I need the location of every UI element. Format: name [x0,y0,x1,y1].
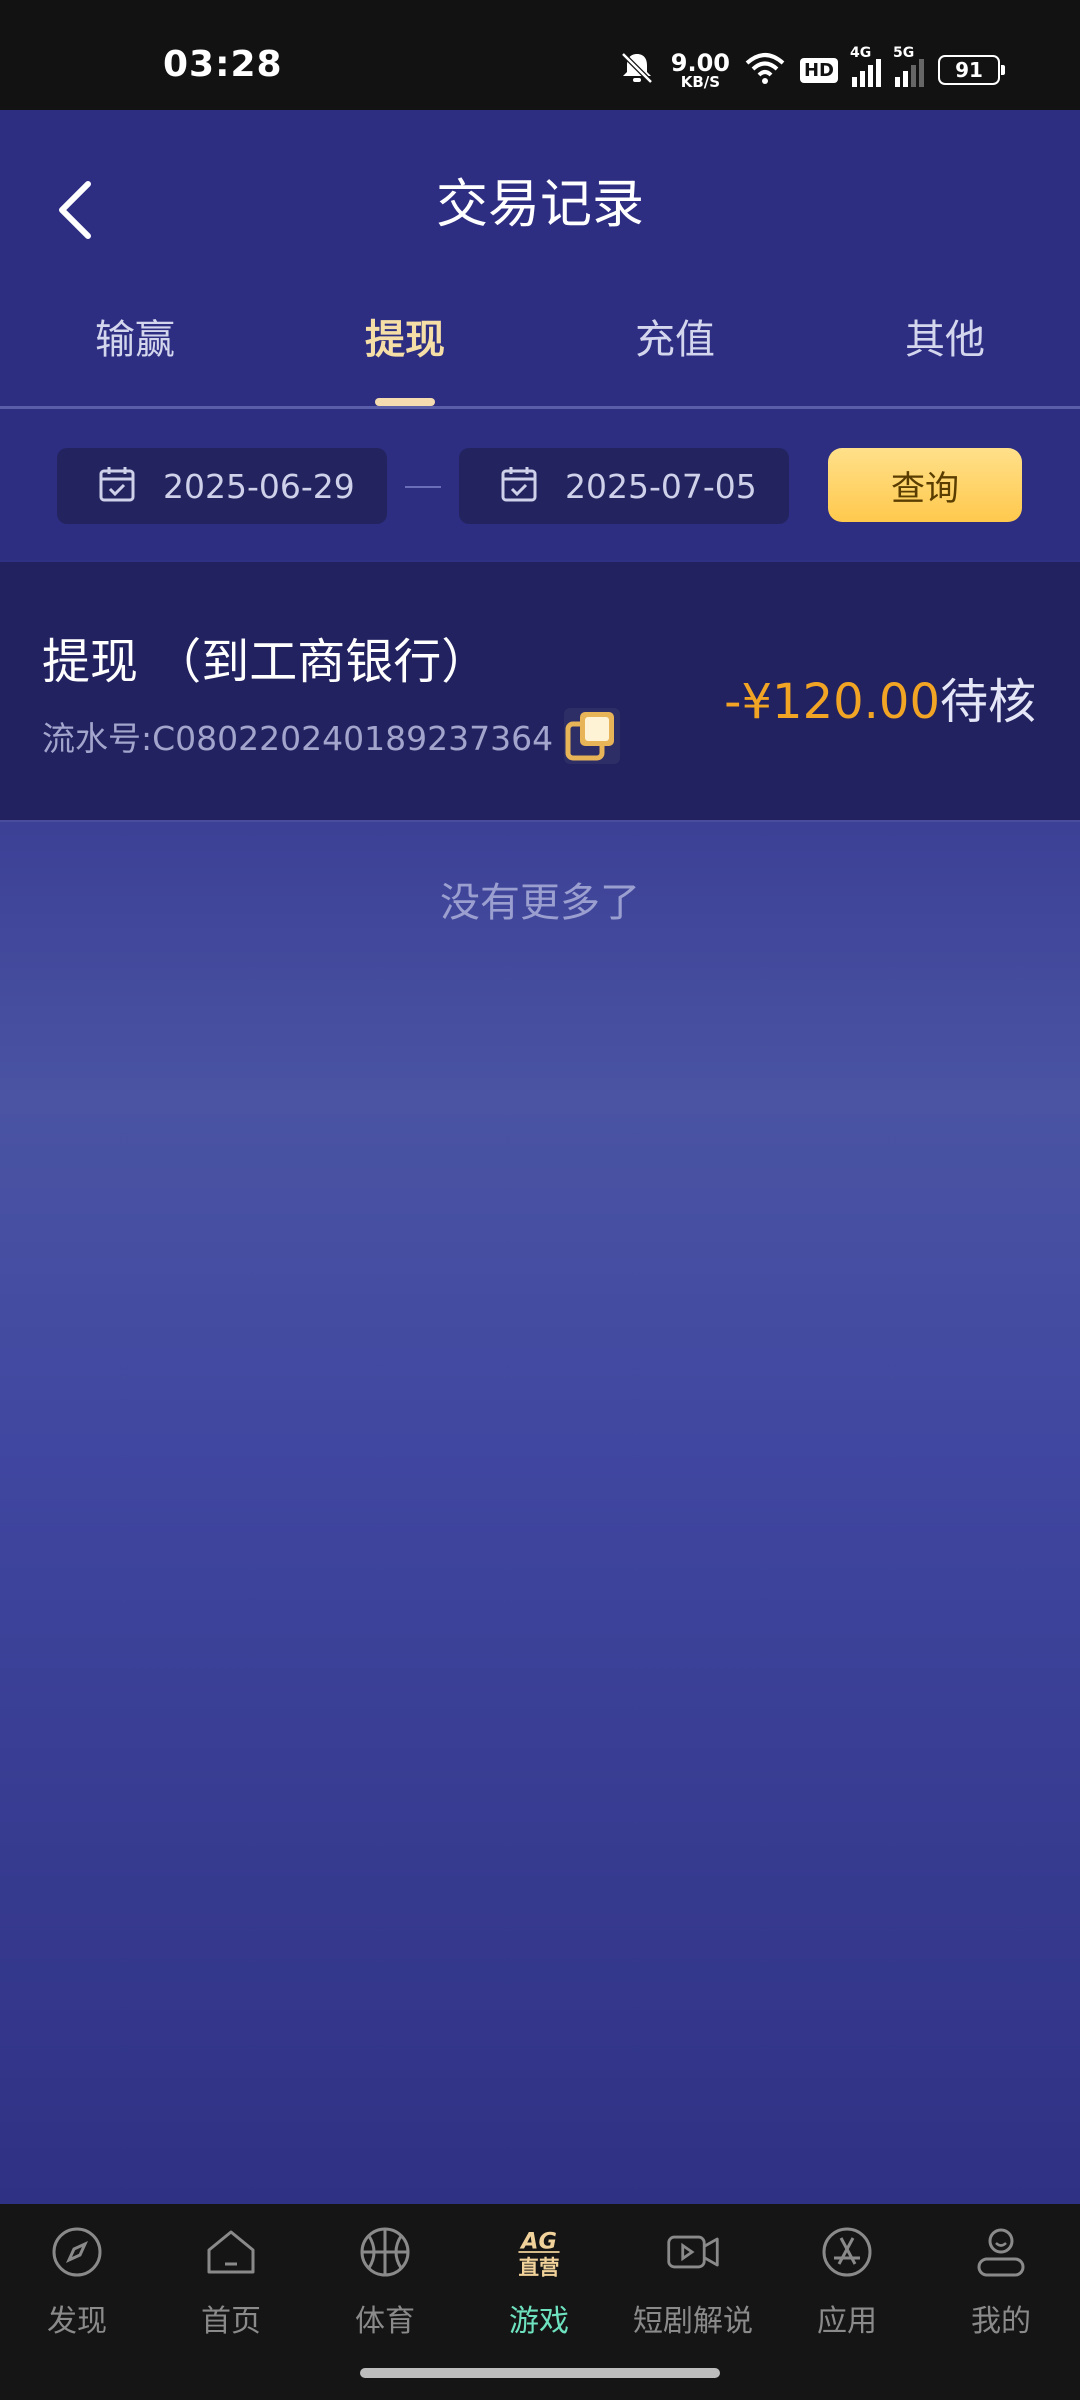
end-date-picker[interactable]: 2025-07-05 [459,448,789,524]
status-time: 03:28 [163,44,283,85]
net-speed-value: 9.00 [670,48,730,77]
ag-logo-bottom: 直营 [518,2255,559,2279]
record-divider [0,820,1080,822]
net-speed: 9.00 KB/S [671,51,730,90]
nav-short-drama-label: 短剧解说 [633,2304,753,2339]
no-more-text: 没有更多了 [440,880,640,926]
nav-sports[interactable]: 体育 [308,2224,462,2354]
net-speed-unit: KB/S [680,72,721,91]
status-bar: 03:28 9.00 KB/S HD 4G 5G 91 [0,0,1080,110]
calendar-icon [499,464,539,508]
date-range-separator [405,486,441,488]
nav-discover-label: 发现 [47,2304,107,2339]
compass-icon [49,2224,105,2280]
nav-games-label: 游戏 [509,2304,569,2339]
wifi-icon [744,51,786,89]
nav-home-label: 首页 [201,2304,261,2339]
signal-4g: 4G [850,45,881,87]
end-date-text: 2025-07-05 [565,466,757,506]
user-icon [973,2224,1029,2280]
record-title: 提现 （到工商银行） [42,634,490,690]
date-filter-bar: 2025-06-29 2025-07-05 查询 [0,410,1080,560]
status-icons: 9.00 KB/S HD 4G 5G 91 [617,40,1005,100]
home-indicator-bar[interactable] [360,2368,720,2378]
nav-discover[interactable]: 发现 [0,2224,154,2354]
header-divider [0,406,1080,409]
home-icon [203,2224,259,2280]
nav-apps[interactable]: 应用 [770,2224,924,2354]
nav-games[interactable]: AG 直营 游戏 [462,2224,616,2354]
signal-5g: 5G [893,45,924,87]
hd-badge: HD [799,57,838,83]
ag-direct-icon: AG 直营 [511,2224,567,2280]
nav-home[interactable]: 首页 [154,2224,308,2354]
ag-logo-top: AG [519,2228,557,2254]
app-store-icon [819,2224,875,2280]
signal-4g-label: 4G [850,45,872,61]
tab-win-loss[interactable]: 输赢 [0,320,270,360]
nav-profile-label: 我的 [971,2304,1031,2339]
record-serial-number: 流水号:C080220240189237364 [42,719,554,758]
calendar-icon [97,464,137,508]
video-icon [665,2224,721,2280]
nav-apps-label: 应用 [817,2304,877,2339]
record-status: 待核 [939,674,1036,730]
active-tab-indicator [375,398,435,406]
nav-short-drama[interactable]: 短剧解说 [616,2224,770,2354]
mute-bell-icon [617,50,657,90]
page-title: 交易记录 [435,175,644,235]
content-background [0,822,1080,2204]
app-header: 交易记录 [0,110,1080,410]
start-date-text: 2025-06-29 [163,466,355,506]
transaction-record[interactable]: 提现 （到工商银行） 流水号:C080220240189237364 -¥120… [0,562,1080,822]
record-amount-status: -¥120.00待核 [724,662,1036,732]
start-date-picker[interactable]: 2025-06-29 [57,448,387,524]
query-button[interactable]: 查询 [828,448,1022,522]
signal-5g-label: 5G [893,45,915,61]
tab-deposit[interactable]: 充值 [540,320,810,360]
basketball-icon [357,2224,413,2280]
nav-profile[interactable]: 我的 [924,2224,1078,2354]
record-amount: -¥120.00 [724,674,940,730]
tab-withdraw[interactable]: 提现 [270,320,540,360]
battery-indicator: 91 [938,55,1005,85]
tab-other[interactable]: 其他 [810,320,1080,360]
nav-sports-label: 体育 [355,2304,415,2339]
copy-icon[interactable] [560,704,624,768]
